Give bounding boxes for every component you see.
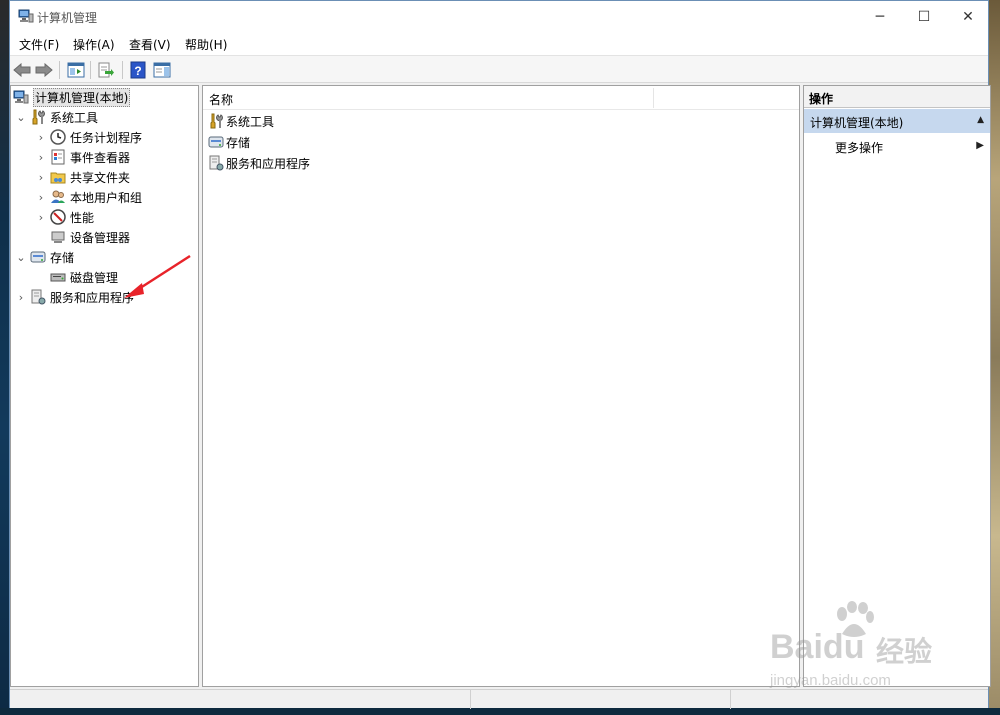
show-hide-tree-icon[interactable] (66, 60, 86, 80)
list-item-services-applications[interactable]: 服务和应用程序 (208, 153, 310, 173)
svg-text:?: ? (134, 64, 141, 78)
help-icon[interactable]: ? (128, 60, 148, 80)
toolbar-separator (59, 61, 60, 79)
tree-item-label: 磁盘管理 (70, 270, 119, 285)
column-name-header[interactable]: 名称 (209, 91, 233, 108)
more-actions-label: 更多操作 (835, 141, 884, 155)
menu-view[interactable]: 查看(V) (129, 36, 171, 53)
forward-icon[interactable] (34, 60, 54, 80)
tree-item-label: 性能 (70, 210, 95, 225)
list-item-label: 服务和应用程序 (226, 156, 311, 171)
tree-item-task-scheduler[interactable]: › 任务计划程序 (35, 127, 142, 147)
tree-item-label: 共享文件夹 (70, 170, 131, 185)
more-actions-item[interactable]: 更多操作 ▶ (804, 136, 990, 156)
export-list-icon[interactable] (96, 60, 116, 80)
toolbar-separator (122, 61, 123, 79)
computer-management-icon (18, 9, 34, 23)
tools-icon (32, 109, 45, 125)
show-hide-action-pane-icon[interactable] (152, 60, 172, 80)
tree-item-root[interactable]: 计算机管理(本地) (13, 87, 131, 107)
chevron-right-icon[interactable]: › (35, 191, 47, 204)
maximize-button[interactable]: ☐ (901, 1, 947, 32)
tree-item-local-users-groups[interactable]: › 本地用户和组 (35, 187, 142, 207)
actions-header: 操作 (804, 86, 990, 108)
storage-icon (30, 251, 46, 263)
tree-item-services-applications[interactable]: › 服务和应用程序 (15, 287, 134, 307)
storage-icon (208, 136, 224, 148)
services-icon (209, 155, 224, 171)
submenu-arrow-icon: ▶ (976, 140, 984, 151)
tree-item-label: 任务计划程序 (70, 130, 143, 145)
collapse-up-icon[interactable]: ▲ (977, 115, 984, 125)
toolbar: ? (10, 55, 988, 83)
tree-item-performance[interactable]: › 性能 (35, 207, 94, 227)
chevron-right-icon[interactable]: › (35, 171, 47, 184)
actions-section-label: 计算机管理(本地) (810, 116, 904, 130)
chevron-right-icon[interactable]: › (35, 131, 47, 144)
results-pane[interactable]: 名称 系统工具 存储 服务和应用程序 (202, 85, 800, 687)
back-icon[interactable] (12, 60, 32, 80)
list-item-label: 系统工具 (226, 114, 275, 129)
menu-file[interactable]: 文件(F) (19, 36, 59, 53)
users-icon (51, 190, 65, 203)
tree-item-event-viewer[interactable]: › 事件查看器 (35, 147, 130, 167)
tree-item-root-label: 计算机管理(本地) (33, 87, 131, 107)
chevron-right-icon[interactable]: › (35, 211, 47, 224)
disk-icon (50, 273, 66, 282)
list-item-system-tools[interactable]: 系统工具 (208, 111, 274, 131)
list-column-header[interactable]: 名称 (203, 86, 799, 110)
status-bar (10, 689, 988, 709)
chevron-right-icon[interactable]: › (15, 291, 27, 304)
menu-action[interactable]: 操作(A) (73, 36, 115, 53)
computer-management-icon (13, 90, 29, 104)
tree-item-label: 本地用户和组 (70, 190, 143, 205)
status-cell (470, 690, 730, 709)
title-bar[interactable]: 计算机管理 ─ ☐ ✕ (10, 1, 988, 32)
chevron-down-icon[interactable]: ⌄ (15, 251, 27, 264)
console-tree-pane[interactable]: 计算机管理(本地) ⌄ 系统工具 › 任务计划程序 › 事件查看器 › 共享文件… (10, 85, 199, 687)
tree-item-label: 存储 (50, 250, 75, 265)
device-manager-icon (51, 231, 65, 243)
desktop-background-bottom (0, 708, 1000, 715)
actions-section-computer-management[interactable]: 计算机管理(本地) ▲ (804, 109, 990, 133)
close-button[interactable]: ✕ (945, 1, 991, 32)
status-cell (730, 690, 970, 709)
list-item-label: 存储 (226, 135, 251, 150)
shared-folder-icon (50, 172, 66, 184)
menu-help[interactable]: 帮助(H) (185, 36, 227, 53)
list-item-storage[interactable]: 存储 (208, 132, 250, 152)
actions-pane: 操作 计算机管理(本地) ▲ 更多操作 ▶ (803, 85, 991, 687)
tree-item-label: 事件查看器 (70, 150, 131, 165)
tree-item-label: 系统工具 (50, 110, 99, 125)
tree-item-device-manager[interactable]: 设备管理器 (47, 227, 130, 247)
clock-icon (50, 129, 66, 145)
performance-icon (50, 209, 66, 225)
minimize-button[interactable]: ─ (857, 1, 903, 32)
tree-item-label: 设备管理器 (70, 230, 131, 245)
tools-icon (210, 113, 223, 129)
tree-item-storage[interactable]: ⌄ 存储 (15, 247, 74, 267)
window-title: 计算机管理 (37, 11, 98, 25)
tree-item-disk-management[interactable]: 磁盘管理 (47, 267, 118, 287)
computer-management-window: 计算机管理 ─ ☐ ✕ 文件(F) 操作(A) 查看(V) 帮助(H) ? 计算… (9, 0, 991, 709)
tree-item-system-tools[interactable]: ⌄ 系统工具 (15, 107, 98, 127)
event-viewer-icon (51, 149, 65, 165)
toolbar-separator (90, 61, 91, 79)
desktop-background-left (0, 0, 9, 715)
chevron-down-icon[interactable]: ⌄ (15, 111, 27, 124)
column-divider[interactable] (653, 88, 654, 108)
annotation-arrow-icon (124, 254, 191, 298)
tree-item-shared-folders[interactable]: › 共享文件夹 (35, 167, 130, 187)
chevron-right-icon[interactable]: › (35, 151, 47, 164)
services-icon (31, 289, 46, 305)
menu-bar: 文件(F) 操作(A) 查看(V) 帮助(H) (10, 32, 988, 55)
